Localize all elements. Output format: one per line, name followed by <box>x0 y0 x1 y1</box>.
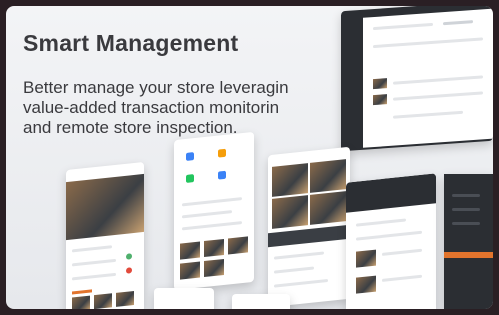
phone-screenshot-reports <box>346 173 436 309</box>
phone-screenshot-menu <box>174 131 254 291</box>
description-line-1: Better manage your store leveragin <box>23 78 289 97</box>
description-line-2: value-added transaction monitorin <box>23 98 280 117</box>
phone-screenshot-camera-grid <box>268 146 350 308</box>
phone-screenshot-live-view <box>66 161 144 309</box>
dashboard-screenshot-top <box>341 6 493 152</box>
tablet-screenshot-sidebar <box>444 174 493 309</box>
description-line-3: and remote store inspection. <box>23 118 238 137</box>
phone-screenshot-bottom-left <box>154 288 214 309</box>
feature-card[interactable]: Smart Management Better manage your stor… <box>6 6 493 309</box>
phone-screenshot-bottom-center <box>232 294 290 309</box>
feature-title: Smart Management <box>23 30 239 56</box>
feature-description: Better manage your store leveragin value… <box>23 78 343 138</box>
